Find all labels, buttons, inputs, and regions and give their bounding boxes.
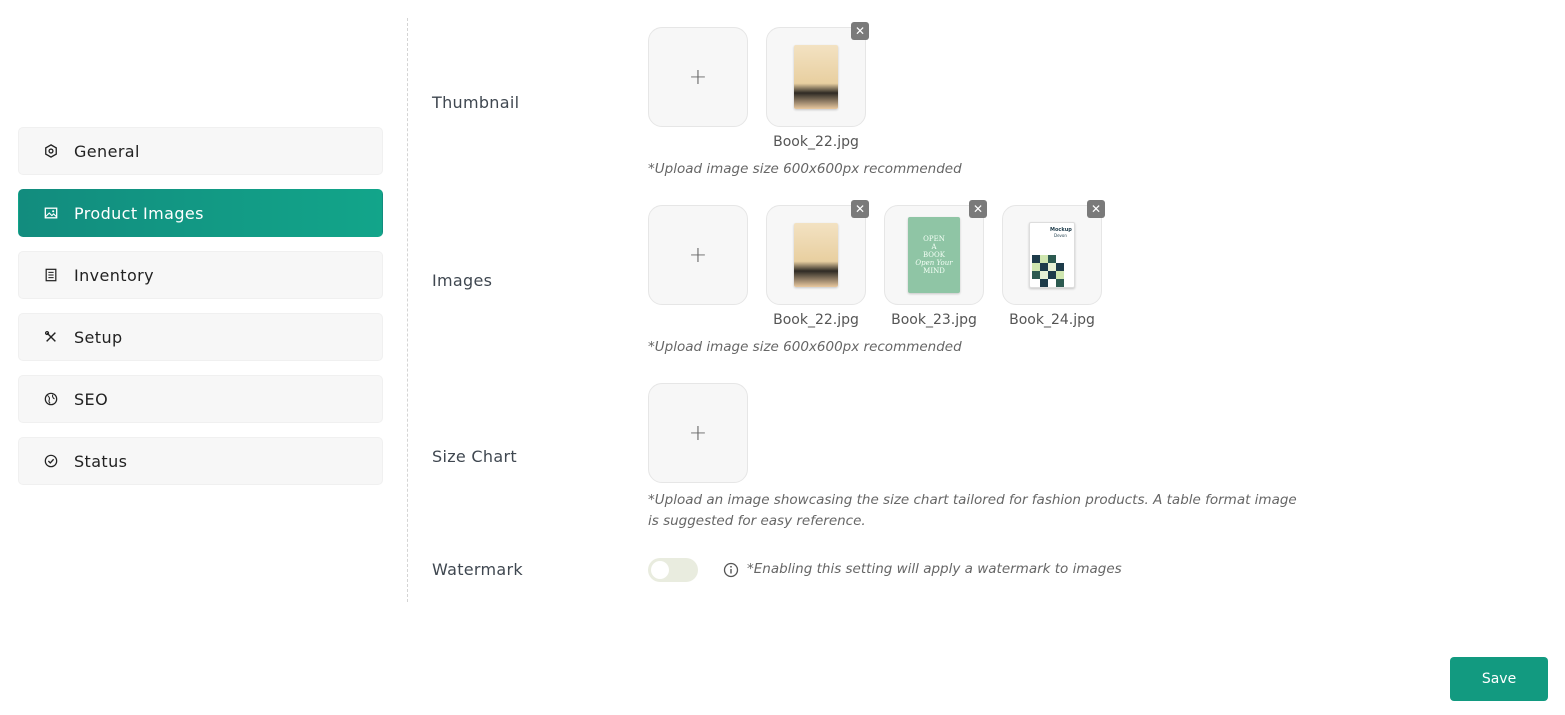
save-button[interactable]: Save (1450, 657, 1548, 701)
info-icon (723, 562, 739, 578)
sidebar-item-label: General (74, 141, 140, 161)
sidebar-item-product-images[interactable]: Product Images (18, 189, 383, 237)
image-file-name: Book_23.jpg (891, 312, 977, 328)
svg-text:Devon: Devon (1054, 233, 1067, 238)
thumbnail-label: Thumbnail (432, 93, 520, 112)
tools-icon (43, 329, 59, 345)
section-divider (407, 18, 408, 602)
remove-image-button[interactable]: ✕ (1087, 200, 1105, 218)
globe-icon (43, 391, 59, 407)
size-chart-label: Size Chart (432, 447, 517, 466)
plus-icon: + (688, 64, 708, 90)
thumbnail-upload-button[interactable]: + (648, 27, 748, 127)
sidebar-item-setup[interactable]: Setup (18, 313, 383, 361)
plus-icon: + (688, 420, 708, 446)
list-icon (43, 267, 59, 283)
close-icon: ✕ (854, 24, 866, 38)
watermark-toggle[interactable] (648, 558, 698, 582)
sidebar: General Product Images Inventory Setup S… (18, 127, 383, 499)
sidebar-item-seo[interactable]: SEO (18, 375, 383, 423)
hexagon-icon (43, 143, 59, 159)
sidebar-item-label: Setup (74, 327, 123, 347)
watermark-hint: *Enabling this setting will apply a wate… (747, 561, 1122, 577)
remove-image-button[interactable]: ✕ (969, 200, 987, 218)
sidebar-item-label: Product Images (74, 203, 204, 223)
size-chart-hint: *Upload an image showcasing the size cha… (648, 492, 1297, 529)
image-icon (43, 205, 59, 221)
book-cover-image (794, 223, 838, 287)
image-file-name: Book_22.jpg (773, 312, 859, 328)
close-icon: ✕ (1090, 202, 1102, 216)
book-cover-image: OPEN A BOOK Open Your MIND (908, 217, 960, 293)
thumbnail-image (766, 27, 866, 127)
remove-thumbnail-button[interactable]: ✕ (851, 22, 869, 40)
images-hint: *Upload image size 600x600px recommended (648, 339, 962, 355)
image-file-name: Book_24.jpg (1009, 312, 1095, 328)
sidebar-item-label: Status (74, 451, 128, 471)
gallery-image: OPEN A BOOK Open Your MIND (884, 205, 984, 305)
close-icon: ✕ (854, 202, 866, 216)
sidebar-item-label: SEO (74, 389, 109, 409)
check-circle-icon (43, 453, 59, 469)
thumbnail-file-name: Book_22.jpg (773, 134, 859, 150)
toggle-knob (651, 561, 669, 579)
book-cover-image: Mockup Devon (1029, 222, 1075, 288)
plus-icon: + (688, 242, 708, 268)
images-upload-button[interactable]: + (648, 205, 748, 305)
sidebar-item-inventory[interactable]: Inventory (18, 251, 383, 299)
thumbnail-hint: *Upload image size 600x600px recommended (648, 161, 962, 177)
gallery-image: Mockup Devon (1002, 205, 1102, 305)
sidebar-item-label: Inventory (74, 265, 155, 285)
sidebar-item-general[interactable]: General (18, 127, 383, 175)
gallery-image (766, 205, 866, 305)
size-chart-upload-button[interactable]: + (648, 383, 748, 483)
images-label: Images (432, 271, 493, 290)
book-cover-image (794, 45, 838, 109)
close-icon: ✕ (972, 202, 984, 216)
remove-image-button[interactable]: ✕ (851, 200, 869, 218)
watermark-label: Watermark (432, 560, 523, 579)
sidebar-item-status[interactable]: Status (18, 437, 383, 485)
